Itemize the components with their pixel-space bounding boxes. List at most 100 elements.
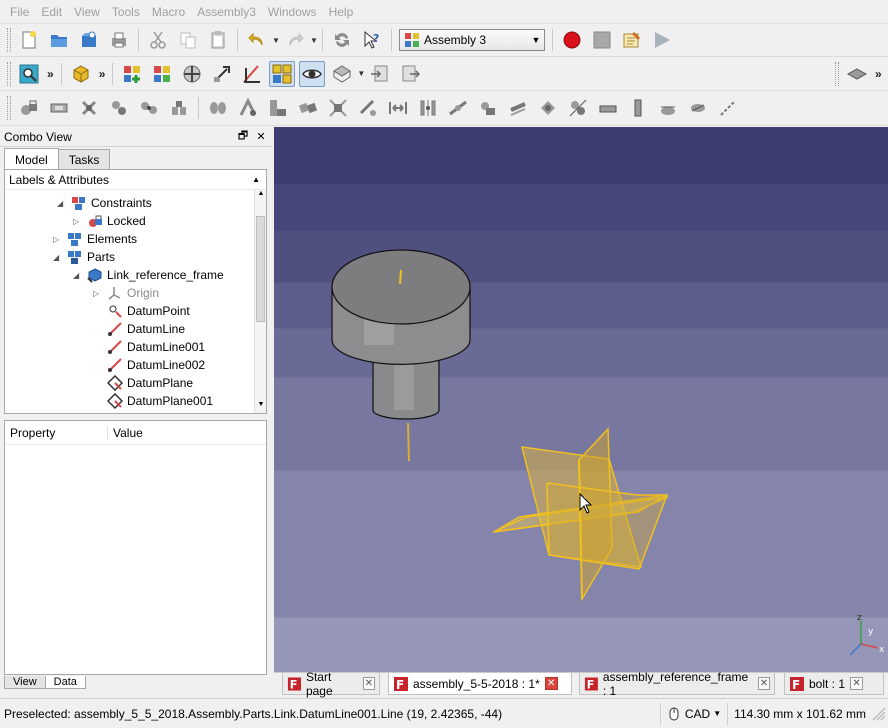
value-column-header[interactable]: Value [108,426,143,440]
new-document-button[interactable] [16,27,42,53]
constraint-point-distance-button[interactable] [325,95,351,121]
close-tab-icon[interactable]: ✕ [362,677,375,690]
collapse-arrow-icon[interactable]: ◢ [73,271,83,280]
bolt-model[interactable] [331,249,471,420]
reorient-dropdown-arrow[interactable]: ▼ [357,69,365,78]
scroll-up-icon[interactable]: ▲ [255,190,266,202]
reference-frame-planes[interactable] [492,427,669,602]
constraint-line-angle-button[interactable] [535,95,561,121]
paste-button[interactable] [205,27,231,53]
constraint-line-button[interactable] [715,95,741,121]
menu-help[interactable]: Help [323,0,360,24]
menu-windows[interactable]: Windows [262,0,323,24]
auto-recompute-toggle[interactable] [269,60,296,87]
menu-edit[interactable]: Edit [35,0,68,24]
tree-item[interactable]: DatumLine001 [93,338,205,356]
macro-stop-button[interactable] [589,27,615,53]
resize-grip-icon[interactable] [872,707,886,721]
constraint-angle-button[interactable] [235,95,261,121]
constraint-same-orientation-button[interactable] [166,95,192,121]
constraint-point-line-distance-button[interactable] [355,95,381,121]
toolbar-overflow-chevron[interactable]: » [875,67,882,81]
tab-tasks[interactable]: Tasks [57,149,111,170]
toolbar-overflow-chevron[interactable]: » [47,67,54,81]
tree-item[interactable]: ▷ Locked [73,212,146,230]
3d-scene[interactable]: z y x [274,127,888,672]
cut-button[interactable] [145,27,171,53]
constraint-diameter-button[interactable] [685,95,711,121]
doc-tab-assembly[interactable]: F assembly_5-5-2018 : 1* ✕ [388,673,572,695]
collapse-arrow-icon[interactable]: ◢ [57,199,67,208]
collapse-arrow-icon[interactable]: ◢ [53,253,63,262]
refresh-button[interactable] [329,27,355,53]
axial-move-button[interactable] [209,61,235,87]
toggle-visibility-button[interactable] [299,60,326,87]
constraint-points-coincident-button[interactable] [136,95,162,121]
constraint-point-on-line-button[interactable] [445,95,471,121]
toolbar-grip[interactable] [835,61,839,86]
macro-execute-button[interactable] [649,27,675,53]
constraint-line-length-button[interactable] [505,95,531,121]
macro-edit-button[interactable] [619,27,645,53]
move-part-button[interactable] [179,61,205,87]
save-as-button[interactable] [106,27,132,53]
menu-assembly3[interactable]: Assembly3 [191,0,262,24]
export-button[interactable] [397,61,423,87]
part-workbench-button[interactable] [68,61,94,87]
menu-file[interactable]: File [4,0,35,24]
constraint-attachment-button[interactable] [106,95,132,121]
tab-model[interactable]: Model [4,148,59,170]
constraint-arc-button[interactable] [655,95,681,121]
datum-line-001[interactable] [407,422,410,462]
copy-button[interactable] [175,27,201,53]
sketch-button[interactable] [239,61,265,87]
menu-view[interactable]: View [68,0,106,24]
property-column-header[interactable]: Property [5,425,108,440]
toolbar-overflow-chevron[interactable]: » [99,67,106,81]
import-button[interactable] [367,61,393,87]
tree-item[interactable]: ▷ Origin [93,284,159,302]
tab-data[interactable]: Data [44,676,86,689]
3d-viewport[interactable]: z y x [274,127,888,672]
whats-this-button[interactable]: ? [359,27,385,53]
navigation-style-selector[interactable]: CAD ▼ [659,702,727,725]
tree-item[interactable]: DatumLine002 [93,356,205,374]
reorient-button[interactable] [329,61,355,87]
undo-dropdown-arrow[interactable]: ▼ [272,36,280,45]
float-panel-icon[interactable]: 🗗 [236,127,250,146]
constraint-equal-distance-button[interactable] [385,95,411,121]
tree-item[interactable]: ◢ Parts [53,248,115,266]
open-button[interactable] [46,27,72,53]
doc-tab-start-page[interactable]: F Start page ✕ [282,670,380,698]
save-button[interactable] [76,27,102,53]
tab-view[interactable]: View [4,676,46,689]
toolbar-grip[interactable] [7,28,11,52]
doc-tab-bolt[interactable]: F bolt : 1 ✕ [784,673,884,695]
expand-arrow-icon[interactable]: ▷ [53,235,63,244]
new-assembly-button[interactable] [119,61,145,87]
menu-macro[interactable]: Macro [146,0,191,24]
fit-all-button[interactable] [16,61,42,87]
redo-button[interactable] [282,27,308,53]
close-tab-icon[interactable]: ✕ [850,677,864,690]
constraint-colinear-button[interactable] [595,95,621,121]
constraint-vertical-button[interactable] [625,95,651,121]
doc-tab-reference-frame[interactable]: F assembly_reference_frame : 1 ✕ [579,670,775,698]
tree-scrollbar[interactable]: ▲ ▼ [254,190,266,413]
tree-item[interactable]: DatumPlane001 [93,392,213,410]
scroll-thumb[interactable] [256,216,265,322]
constraint-plane-coincident-button[interactable] [46,95,72,121]
scroll-down-icon[interactable]: ▼ [255,401,266,413]
undo-button[interactable] [244,27,270,53]
constraint-symmetric-button[interactable] [415,95,441,121]
close-tab-icon[interactable]: ✕ [544,677,558,690]
constraint-point-on-plane-button[interactable] [475,95,501,121]
tree-item[interactable]: ◢ Link_reference_frame [73,266,224,284]
toolbar-grip[interactable] [7,96,11,120]
constraint-locked-button[interactable] [16,95,42,121]
tree-item[interactable]: ▷ Elements [53,230,137,248]
tree-item[interactable]: DatumPlane [93,374,193,392]
macro-record-button[interactable] [559,27,585,53]
constraint-tangent-button[interactable] [565,95,591,121]
menu-tools[interactable]: Tools [106,0,146,24]
